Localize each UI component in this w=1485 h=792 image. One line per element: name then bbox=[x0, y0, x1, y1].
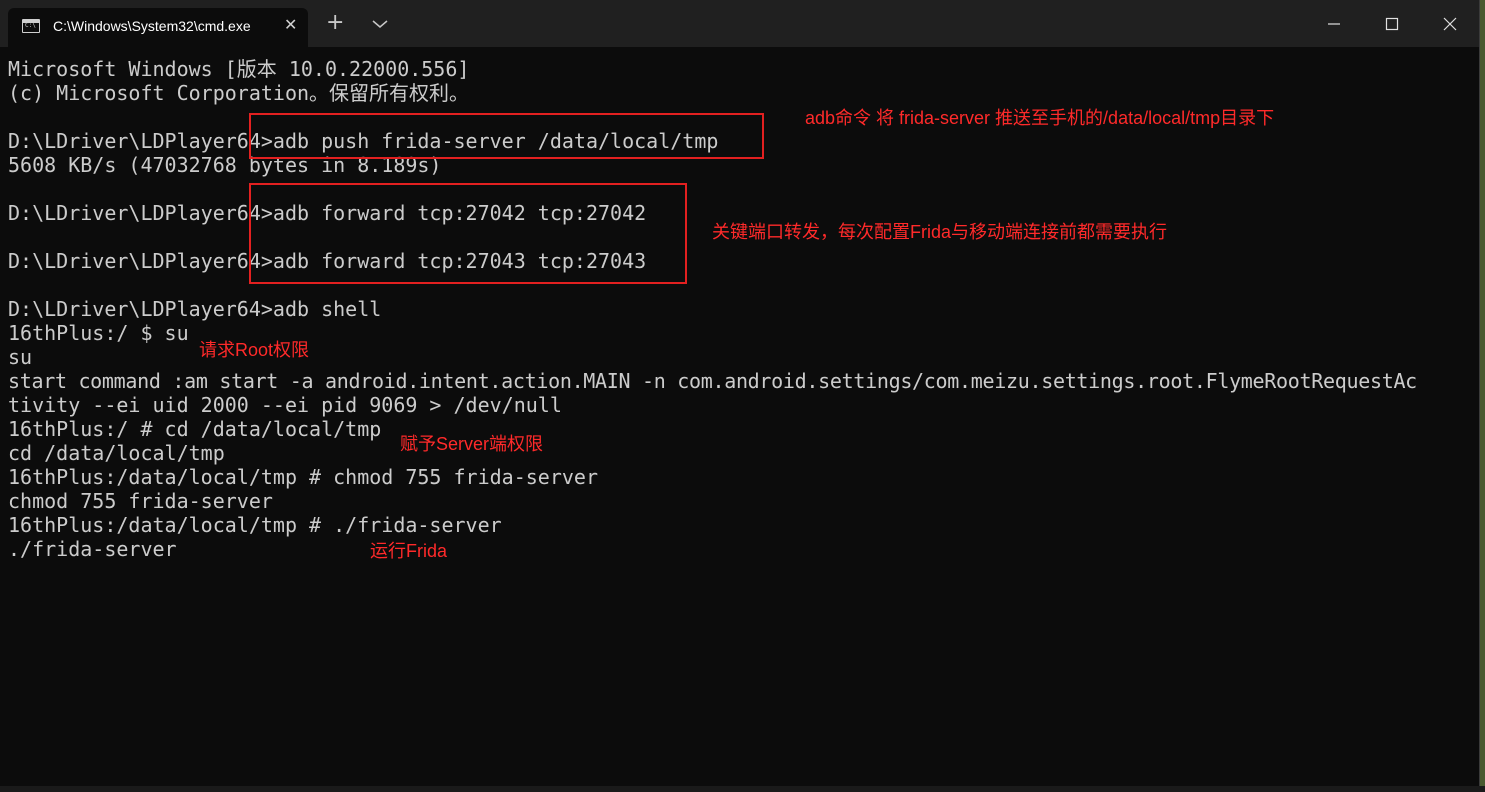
minimize-button[interactable] bbox=[1305, 0, 1363, 47]
tab-close-button[interactable]: ✕ bbox=[284, 17, 297, 33]
tab-title: C:\Windows\System32\cmd.exe bbox=[53, 18, 251, 34]
terminal-line: 16thPlus:/ $ su bbox=[8, 321, 189, 345]
maximize-button[interactable] bbox=[1363, 0, 1421, 47]
terminal-line: D:\LDriver\LDPlayer64>adb shell bbox=[8, 297, 382, 321]
terminal-window: C:\Windows\System32\cmd.exe ✕ + Microsof… bbox=[0, 0, 1480, 787]
annotation-run: 运行Frida bbox=[370, 541, 448, 561]
annotation-chmod: 赋予Server端权限 bbox=[400, 434, 544, 454]
close-icon bbox=[1443, 17, 1457, 30]
terminal-line: su bbox=[8, 345, 33, 369]
background-window-peek bbox=[0, 786, 1485, 792]
terminal-line: chmod 755 frida-server bbox=[8, 489, 273, 513]
new-tab-button[interactable]: + bbox=[326, 12, 344, 34]
terminal-line: 16thPlus:/data/local/tmp # ./frida-serve… bbox=[8, 513, 502, 537]
terminal-line: ./frida-server bbox=[8, 537, 177, 561]
annotation-push: adb命令 将 frida-server 推送至手机的/data/local/t… bbox=[805, 108, 1275, 128]
annotation-root: 请求Root权限 bbox=[199, 340, 310, 360]
terminal-output[interactable]: Microsoft Windows [版本 10.0.22000.556] (c… bbox=[0, 57, 1479, 786]
terminal-line: 16thPlus:/data/local/tmp # chmod 755 fri… bbox=[8, 465, 599, 489]
terminal-line: cd /data/local/tmp bbox=[8, 441, 225, 465]
maximize-icon bbox=[1385, 17, 1399, 30]
terminal-line: 16thPlus:/ # cd /data/local/tmp bbox=[8, 417, 382, 441]
console-icon bbox=[22, 19, 40, 33]
tab-cmd[interactable]: C:\Windows\System32\cmd.exe ✕ bbox=[8, 8, 308, 47]
terminal-line: start command :am start -a android.inten… bbox=[8, 369, 1417, 393]
terminal-line: tivity --ei uid 2000 --ei pid 9069 > /de… bbox=[8, 393, 562, 417]
close-window-button[interactable] bbox=[1421, 0, 1479, 47]
annotation-forward: 关键端口转发，每次配置Frida与移动端连接前都需要执行 bbox=[712, 222, 1168, 242]
chevron-down-icon[interactable] bbox=[370, 14, 390, 34]
terminal-line: Microsoft Windows [版本 10.0.22000.556] bbox=[8, 57, 470, 81]
highlight-box-forward bbox=[249, 183, 687, 284]
highlight-box-push bbox=[249, 113, 764, 159]
terminal-line: (c) Microsoft Corporation。保留所有权利。 bbox=[8, 81, 470, 105]
title-bar[interactable]: C:\Windows\System32\cmd.exe ✕ + bbox=[0, 0, 1479, 47]
minimize-icon bbox=[1328, 22, 1340, 25]
